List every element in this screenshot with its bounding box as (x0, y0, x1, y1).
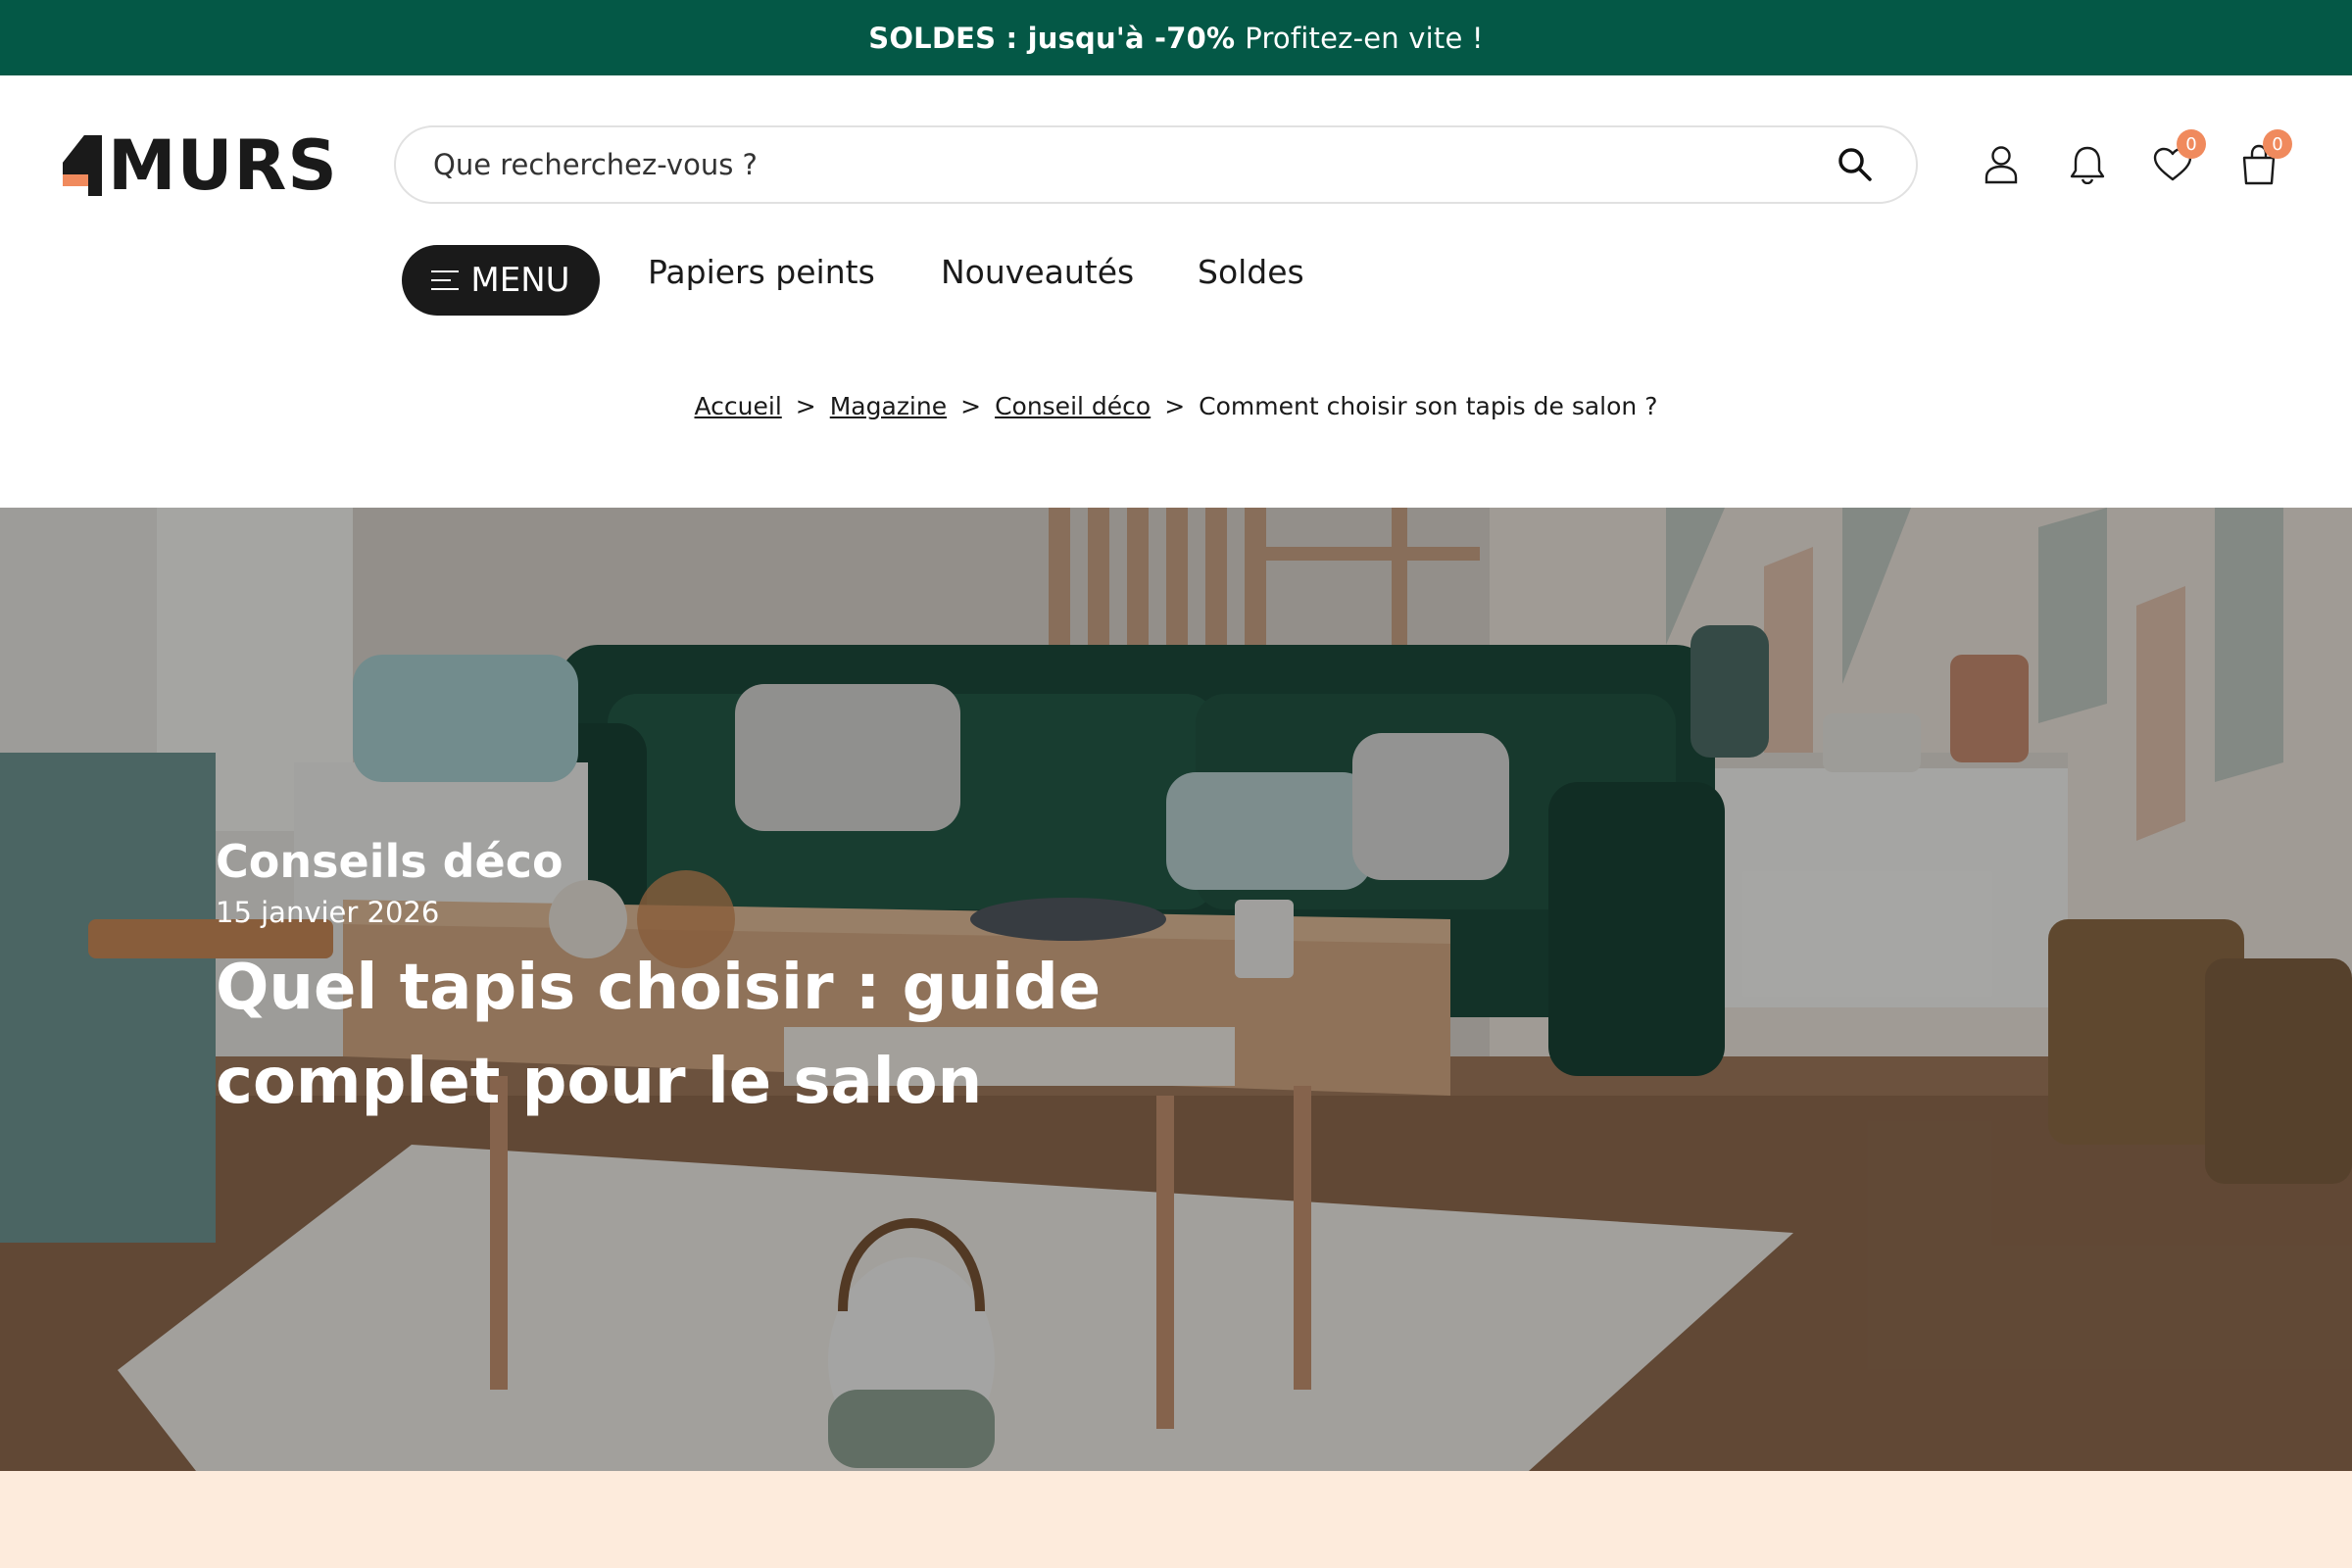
search-icon[interactable] (1832, 141, 1879, 188)
logo-mark-icon (63, 135, 102, 196)
breadcrumb-separator: > (795, 392, 816, 420)
user-icon[interactable] (1974, 137, 2029, 192)
menu-label: MENU (470, 261, 570, 300)
breadcrumb-separator: > (1164, 392, 1186, 420)
nav-link-papiers-peints[interactable]: Papiers peints (648, 253, 875, 291)
logo-text: MURS (108, 125, 338, 206)
hero-date: 15 janvier 2026 (216, 896, 440, 929)
search-input[interactable] (433, 148, 1832, 181)
breadcrumb-link-conseil-deco[interactable]: Conseil déco (995, 392, 1151, 420)
promo-text: Profitez-en vite ! (1245, 21, 1484, 55)
promo-banner[interactable]: SOLDES : jusqu'à -70% Profitez-en vite ! (0, 0, 2352, 75)
content-section-background (0, 1471, 2352, 1568)
hero-category: Conseils déco (216, 835, 564, 888)
site-logo[interactable]: MURS (59, 125, 349, 206)
nav-link-nouveautes[interactable]: Nouveautés (941, 253, 1134, 291)
heart-icon[interactable]: 0 (2145, 129, 2206, 192)
hero-banner: Conseils déco 15 janvier 2026 Quel tapis… (0, 508, 2352, 1471)
search-bar[interactable] (394, 125, 1918, 204)
breadcrumb: Accueil > Magazine > Conseil déco > Comm… (0, 392, 2352, 420)
bag-icon[interactable]: 0 (2231, 129, 2292, 192)
breadcrumb-separator: > (960, 392, 982, 420)
menu-button[interactable]: MENU (402, 245, 600, 316)
hamburger-icon (431, 270, 460, 290)
bell-icon[interactable] (2060, 137, 2115, 192)
promo-strong-text: SOLDES : jusqu'à -70% (868, 21, 1236, 55)
nav-link-soldes[interactable]: Soldes (1198, 253, 1304, 291)
breadcrumb-link-magazine[interactable]: Magazine (830, 392, 947, 420)
hero-title: Quel tapis choisir : guide complet pour … (216, 952, 1102, 1118)
cart-count-badge: 0 (2263, 129, 2292, 159)
breadcrumb-link-accueil[interactable]: Accueil (695, 392, 782, 420)
wishlist-count-badge: 0 (2177, 129, 2206, 159)
breadcrumb-current: Comment choisir son tapis de salon ? (1199, 392, 1658, 420)
